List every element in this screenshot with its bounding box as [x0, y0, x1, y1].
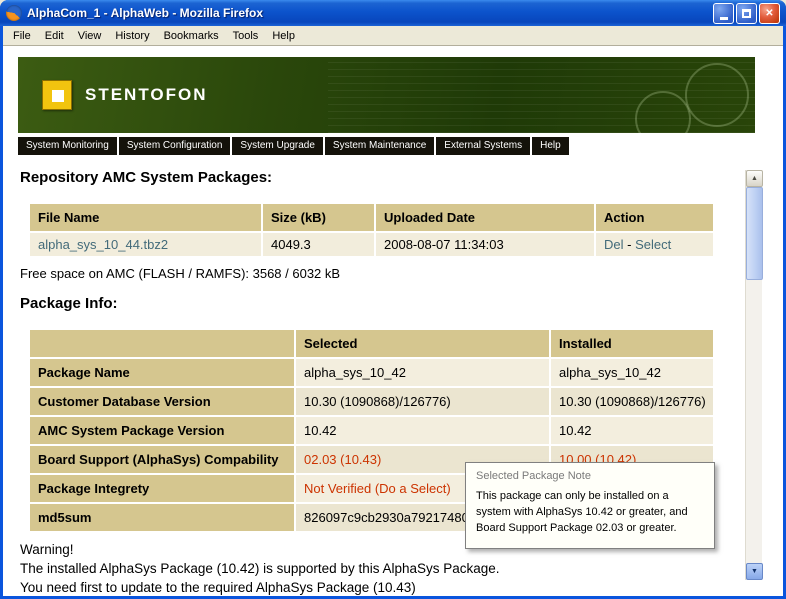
maximize-button[interactable]: [736, 3, 757, 24]
repository-heading: Repository AMC System Packages:: [20, 169, 783, 186]
selected-package-name: alpha_sys_10_42: [295, 358, 550, 387]
selected-customer-db-version: 10.30 (1090868)/126776): [295, 387, 550, 416]
nav-item-system-maintenance[interactable]: System Maintenance: [325, 137, 434, 155]
warning-text: Warning! The installed AlphaSys Package …: [20, 541, 783, 596]
delete-package-link[interactable]: Del: [604, 237, 624, 252]
column-header-uploaded-date: Uploaded Date: [375, 204, 595, 232]
menu-item-bookmarks[interactable]: Bookmarks: [157, 27, 226, 45]
window-title: AlphaCom_1 - AlphaWeb - Mozilla Firefox: [27, 6, 708, 20]
warning-line: You need first to update to the required…: [20, 579, 783, 596]
column-header-size: Size (kB): [262, 204, 375, 232]
repository-header-row: File Name Size (kB) Uploaded Date Action: [30, 204, 714, 232]
menu-item-history[interactable]: History: [108, 27, 156, 45]
nav-item-help[interactable]: Help: [532, 137, 569, 155]
column-header-file-name: File Name: [30, 204, 262, 232]
maximize-icon: [742, 9, 751, 18]
firefox-icon: [6, 5, 22, 21]
menu-item-tools[interactable]: Tools: [226, 27, 266, 45]
scroll-up-button[interactable]: ▲: [746, 170, 763, 187]
menu-item-file[interactable]: File: [6, 27, 38, 45]
table-row: alpha_sys_10_44.tbz2 4049.3 2008-08-07 1…: [30, 232, 714, 256]
nav-item-external-systems[interactable]: External Systems: [436, 137, 530, 155]
selected-package-note-tooltip: Selected Package Note This package can o…: [465, 462, 715, 549]
stentofon-logo-text: STENTOFON: [85, 85, 208, 105]
tooltip-title: Selected Package Note: [476, 470, 704, 482]
row-label-package-name: Package Name: [30, 358, 295, 387]
menu-item-edit[interactable]: Edit: [38, 27, 71, 45]
installed-package-name: alpha_sys_10_42: [550, 358, 714, 387]
column-header-blank: [30, 330, 295, 358]
select-package-link[interactable]: Select: [635, 237, 671, 252]
banner-circle-decoration: [685, 63, 749, 127]
nav-item-system-upgrade[interactable]: System Upgrade: [232, 137, 322, 155]
stentofon-logo-icon: [42, 80, 72, 110]
window-controls: ✕: [713, 3, 780, 24]
close-button[interactable]: ✕: [759, 3, 780, 24]
minimize-icon: [720, 17, 728, 20]
selected-amc-package-version: 10.42: [295, 416, 550, 445]
row-label-customer-db-version: Customer Database Version: [30, 387, 295, 416]
table-row: Package Name alpha_sys_10_42 alpha_sys_1…: [30, 358, 714, 387]
column-header-installed: Installed: [550, 330, 714, 358]
banner-circle-decoration: [635, 91, 691, 133]
nav-item-system-configuration[interactable]: System Configuration: [119, 137, 231, 155]
row-label-amc-package-version: AMC System Package Version: [30, 416, 295, 445]
free-space-text: Free space on AMC (FLASH / RAMFS): 3568 …: [20, 266, 783, 281]
nav-item-system-monitoring[interactable]: System Monitoring: [18, 137, 117, 155]
action-separator: -: [627, 237, 631, 252]
warning-line: The installed AlphaSys Package (10.42) i…: [20, 560, 783, 579]
menu-item-help[interactable]: Help: [265, 27, 302, 45]
table-row: AMC System Package Version 10.42 10.42: [30, 416, 714, 445]
installed-customer-db-version: 10.30 (1090868)/126776): [550, 387, 714, 416]
package-file-link[interactable]: alpha_sys_10_44.tbz2: [38, 237, 168, 252]
table-row: Customer Database Version 10.30 (1090868…: [30, 387, 714, 416]
title-bar: AlphaCom_1 - AlphaWeb - Mozilla Firefox …: [0, 0, 786, 26]
nav-bar: System Monitoring System Configuration S…: [18, 137, 783, 155]
browser-viewport: STENTOFON System Monitoring System Confi…: [3, 46, 783, 596]
package-info-header-row: Selected Installed: [30, 330, 714, 358]
scroll-down-button[interactable]: ▼: [746, 563, 763, 580]
stentofon-banner: STENTOFON: [18, 57, 755, 133]
package-info-heading: Package Info:: [20, 295, 783, 312]
menu-item-view[interactable]: View: [71, 27, 109, 45]
installed-amc-package-version: 10.42: [550, 416, 714, 445]
package-uploaded-cell: 2008-08-07 11:34:03: [375, 232, 595, 256]
column-header-selected: Selected: [295, 330, 550, 358]
vertical-scrollbar[interactable]: ▲ ▼: [745, 170, 762, 580]
row-label-package-integrity: Package Integrety: [30, 474, 295, 503]
tooltip-body: This package can only be installed on a …: [476, 489, 704, 537]
column-header-action: Action: [595, 204, 714, 232]
browser-window: AlphaCom_1 - AlphaWeb - Mozilla Firefox …: [0, 0, 786, 599]
menu-bar: File Edit View History Bookmarks Tools H…: [3, 26, 783, 46]
package-size-cell: 4049.3: [262, 232, 375, 256]
minimize-button[interactable]: [713, 3, 734, 24]
row-label-board-support: Board Support (AlphaSys) Compability: [30, 445, 295, 474]
repository-table: File Name Size (kB) Uploaded Date Action…: [30, 204, 715, 256]
scrollbar-thumb[interactable]: [746, 187, 763, 280]
row-label-md5sum: md5sum: [30, 503, 295, 532]
